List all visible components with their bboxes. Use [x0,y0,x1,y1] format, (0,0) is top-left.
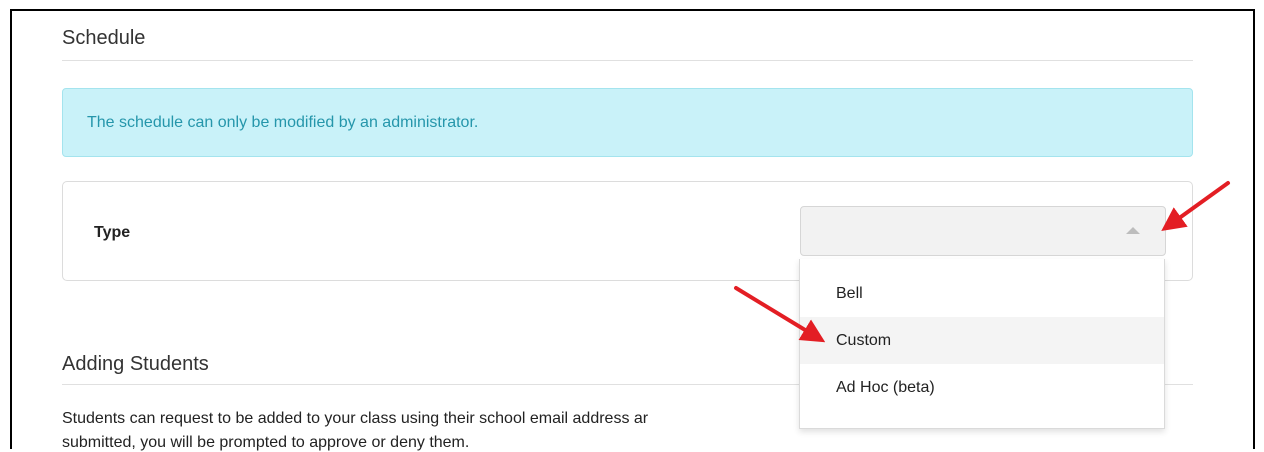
type-dropdown-menu: Bell Custom Ad Hoc (beta) [799,259,1165,429]
adding-students-text-line2: submitted, you will be prompted to appro… [62,434,470,451]
option-bell[interactable]: Bell [800,270,1164,317]
adding-students-text: Students can request to be added to your… [62,410,649,427]
caret-up-icon[interactable] [1126,227,1140,234]
schedule-divider [62,60,1193,61]
schedule-heading: Schedule [62,27,146,49]
type-select[interactable] [800,206,1166,256]
type-label: Type [94,224,131,241]
option-ad-hoc[interactable]: Ad Hoc (beta) [800,364,1164,411]
adding-students-heading: Adding Students [62,353,209,375]
option-custom[interactable]: Custom [800,317,1164,364]
alert-text: The schedule can only be modified by an … [87,113,479,131]
schedule-info-alert: The schedule can only be modified by an … [62,88,1193,157]
